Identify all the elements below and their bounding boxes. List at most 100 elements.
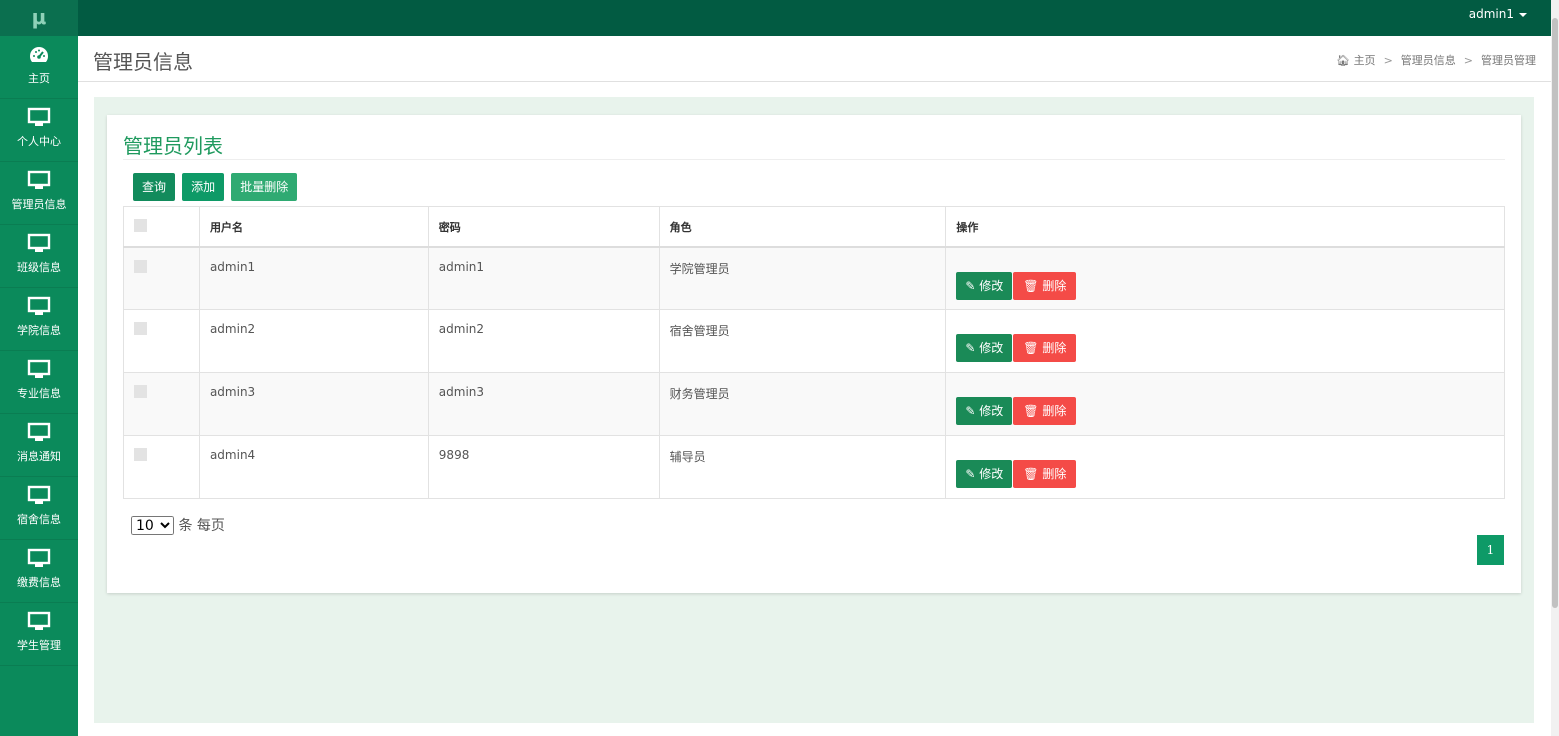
page-size-select[interactable]: 10 — [131, 516, 174, 535]
delete-label: 删除 — [1042, 341, 1067, 355]
panel-title: 管理员列表 — [123, 134, 223, 158]
sidebar-item-label: 专业信息 — [17, 387, 61, 400]
trash-icon: 🗑︎ — [1023, 278, 1043, 293]
edit-button[interactable]: ✎ 修改 — [956, 460, 1013, 488]
sidebar-item-label: 学生管理 — [17, 639, 61, 652]
table-header-row: 用户名 密码 角色 操作 — [123, 206, 1505, 248]
batch-delete-button[interactable]: 批量删除 — [231, 173, 298, 201]
pagination-page-button[interactable]: 1 — [1477, 535, 1504, 565]
sidebar-item-label: 主页 — [28, 72, 50, 85]
edit-label: 修改 — [979, 404, 1004, 418]
toolbar: 查询 添加 批量删除 — [133, 173, 299, 201]
delete-button[interactable]: 🗑︎ 删除 — [1013, 271, 1077, 300]
home-icon: 🏠︎ — [1336, 54, 1351, 67]
query-button[interactable]: 查询 — [133, 173, 176, 201]
row-select-cell — [123, 246, 200, 310]
top-bar: μ admin1 — [0, 0, 1551, 36]
sidebar-item-label: 个人中心 — [17, 135, 61, 148]
monitor-icon — [27, 233, 51, 252]
page-size-control: 10 条 每页 — [131, 515, 225, 535]
delete-button[interactable]: 🗑︎ 删除 — [1013, 460, 1077, 488]
monitor-icon — [27, 548, 51, 567]
sidebar-item-label: 缴费信息 — [17, 576, 61, 589]
scrollbar[interactable] — [1551, 0, 1559, 736]
edit-icon: ✎ — [965, 404, 980, 418]
sidebar-item-class-info[interactable]: 班级信息 — [0, 225, 78, 288]
monitor-icon — [27, 296, 51, 315]
row-select-cell — [123, 372, 200, 436]
username-cell: admin3 — [198, 372, 429, 436]
delete-button[interactable]: 🗑︎ 删除 — [1013, 397, 1077, 425]
delete-label: 删除 — [1042, 467, 1067, 481]
trash-icon: 🗑︎ — [1023, 404, 1043, 418]
monitor-icon — [27, 107, 51, 126]
add-button[interactable]: 添加 — [182, 173, 225, 201]
password-cell: admin2 — [427, 309, 660, 373]
role-cell: 宿舍管理员 — [658, 309, 947, 373]
actions-cell: ✎ 修改 🗑︎ 删除 — [945, 246, 1505, 310]
row-checkbox[interactable] — [134, 259, 147, 273]
divider — [123, 159, 1505, 160]
sidebar-item-label: 学院信息 — [17, 324, 61, 337]
sidebar-item-major-info[interactable]: 专业信息 — [0, 351, 78, 414]
sidebar-item-home[interactable]: 主页 — [0, 36, 78, 99]
sidebar-item-label: 消息通知 — [17, 450, 61, 463]
edit-button[interactable]: ✎ 修改 — [956, 397, 1013, 425]
row-select-cell — [123, 435, 200, 499]
row-checkbox[interactable] — [134, 322, 147, 335]
sidebar-item-notifications[interactable]: 消息通知 — [0, 414, 78, 477]
role-cell: 辅导员 — [658, 435, 947, 499]
edit-icon: ✎ — [965, 341, 980, 355]
table-row: admin3 admin3 财务管理员 ✎ 修改 🗑︎ 删除 — [123, 372, 1505, 436]
sidebar: 主页 个人中心 管理员信息 班级信息 学院信息 专业信息 消息通知 宿舍信息 缴… — [0, 36, 78, 736]
sidebar-item-label: 班级信息 — [17, 261, 61, 274]
monitor-icon — [27, 422, 51, 441]
breadcrumb: 🏠︎ 主页 > 管理员信息 > 管理员管理 — [1336, 52, 1536, 68]
row-checkbox[interactable] — [134, 448, 147, 461]
footer — [78, 723, 1551, 736]
password-cell: admin3 — [427, 372, 660, 436]
select-all-checkbox[interactable] — [134, 219, 147, 232]
select-all-header — [123, 206, 200, 248]
sidebar-item-admin-info[interactable]: 管理员信息 — [0, 162, 78, 225]
table-row: admin1 admin1 学院管理员 ✎ 修改 🗑︎ 删除 — [123, 246, 1505, 310]
breadcrumb-separator: > — [1463, 54, 1473, 67]
edit-icon: ✎ — [965, 467, 980, 481]
delete-label: 删除 — [1042, 278, 1067, 293]
table-row: admin2 admin2 宿舍管理员 ✎ 修改 🗑︎ 删除 — [123, 309, 1505, 373]
table-row: admin4 9898 辅导员 ✎ 修改 🗑︎ 删除 — [123, 435, 1505, 499]
breadcrumb-home[interactable]: 主页 — [1354, 54, 1376, 67]
sidebar-item-profile[interactable]: 个人中心 — [0, 99, 78, 162]
breadcrumb-admin-info[interactable]: 管理员信息 — [1401, 54, 1456, 67]
trash-icon: 🗑︎ — [1023, 467, 1043, 481]
caret-down-icon — [1519, 12, 1527, 17]
row-checkbox[interactable] — [134, 385, 147, 398]
admin-table: 用户名 密码 角色 操作 admin1 admin1 学院管理员 ✎ 修改 🗑︎ … — [123, 206, 1505, 499]
delete-button[interactable]: 🗑︎ 删除 — [1013, 334, 1077, 362]
scrollbar-thumb[interactable] — [1552, 18, 1558, 608]
edit-button[interactable]: ✎ 修改 — [956, 334, 1013, 362]
row-select-cell — [123, 309, 200, 373]
sidebar-item-college-info[interactable]: 学院信息 — [0, 288, 78, 351]
username-cell: admin1 — [198, 246, 429, 310]
edit-icon: ✎ — [965, 278, 980, 293]
monitor-icon — [27, 485, 51, 504]
sidebar-item-student-management[interactable]: 学生管理 — [0, 603, 78, 666]
sidebar-item-label: 管理员信息 — [11, 198, 67, 211]
password-cell: 9898 — [427, 435, 660, 499]
app-logo[interactable]: μ — [0, 0, 78, 36]
sidebar-item-dorm-info[interactable]: 宿舍信息 — [0, 477, 78, 540]
monitor-icon — [27, 359, 51, 378]
column-header-password: 密码 — [427, 206, 660, 248]
user-menu[interactable]: admin1 — [1469, 0, 1527, 36]
edit-button[interactable]: ✎ 修改 — [956, 271, 1013, 300]
edit-label: 修改 — [979, 341, 1004, 355]
actions-cell: ✎ 修改 🗑︎ 删除 — [945, 372, 1505, 436]
page-header: 管理员信息 🏠︎ 主页 > 管理员信息 > 管理员管理 — [78, 36, 1551, 82]
edit-label: 修改 — [979, 467, 1004, 481]
role-cell: 学院管理员 — [658, 246, 947, 310]
actions-cell: ✎ 修改 🗑︎ 删除 — [945, 309, 1505, 373]
admin-list-panel: 管理员列表 查询 添加 批量删除 用户名 密码 角色 操作 admin1 adm… — [107, 115, 1521, 593]
dashboard-icon — [29, 47, 49, 62]
sidebar-item-payment-info[interactable]: 缴费信息 — [0, 540, 78, 603]
